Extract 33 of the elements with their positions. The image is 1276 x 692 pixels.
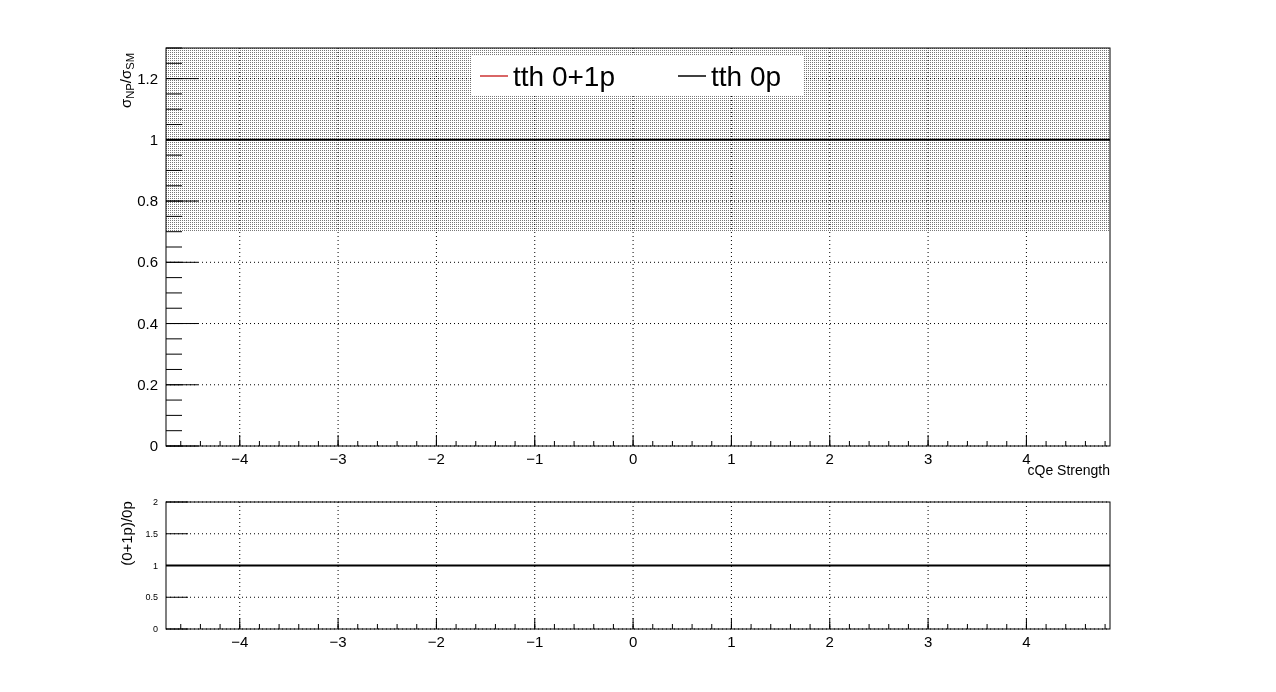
- axis-title: (0+1p)/0p: [118, 500, 134, 566]
- tick-label: −4: [231, 633, 249, 650]
- tick-label: 2: [825, 633, 834, 650]
- legend-label: tth 0+1p: [513, 61, 615, 92]
- tick-label: −1: [526, 450, 544, 467]
- tick-label: 0: [628, 450, 638, 467]
- tick-label: −1: [526, 633, 544, 650]
- tick-label: 1.2: [137, 69, 158, 87]
- tick-label: 1: [149, 130, 158, 148]
- tick-label: 0.6: [137, 253, 158, 271]
- tick-label: 0: [149, 437, 158, 454]
- tick-label: 4: [1022, 633, 1031, 650]
- tick-label: 3: [923, 633, 933, 650]
- tick-label: 2: [153, 497, 158, 507]
- tick-label: 0.8: [137, 192, 158, 210]
- tick-label: 0: [153, 624, 158, 634]
- tick-label: −4: [231, 450, 249, 467]
- tick-label: 1: [727, 450, 736, 467]
- tick-label: 4: [1022, 450, 1031, 467]
- tick-label: −3: [329, 450, 347, 467]
- tick-label: 0.4: [137, 314, 158, 332]
- tick-label: −2: [427, 633, 445, 650]
- legend-label: tth 0p: [711, 61, 782, 92]
- tick-label: 0.5: [145, 592, 158, 603]
- tick-label: 0.2: [137, 375, 158, 393]
- tick-label: 1: [153, 560, 158, 571]
- tick-label: 1: [727, 633, 736, 650]
- tick-label: 1.5: [145, 528, 158, 539]
- tick-label: 3: [923, 450, 933, 467]
- tick-label: 0: [628, 633, 638, 650]
- tick-label: 2: [825, 450, 834, 467]
- tick-label: −3: [329, 633, 347, 650]
- tick-label: −2: [427, 450, 445, 467]
